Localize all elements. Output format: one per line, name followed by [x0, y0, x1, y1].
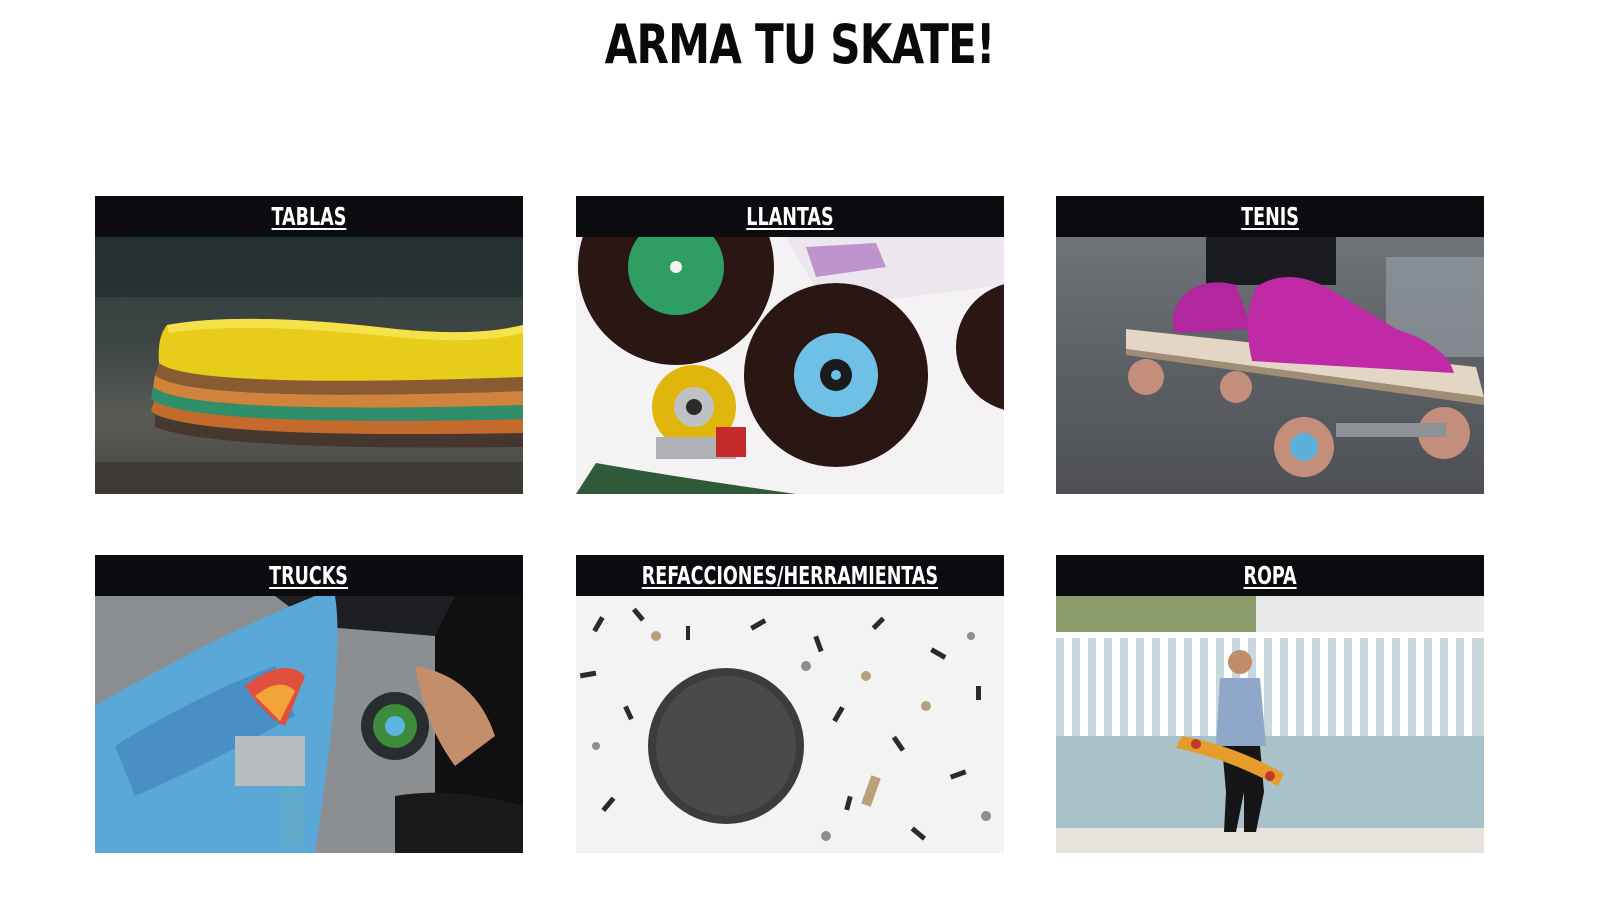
category-link-ropa[interactable]: ROPA — [1243, 561, 1296, 590]
card-header: LLANTAS — [576, 196, 1004, 237]
category-link-refacciones[interactable]: REFACCIONES/HERRAMIENTAS — [642, 561, 938, 590]
category-link-llantas[interactable]: LLANTAS — [746, 202, 833, 231]
category-card-tablas[interactable]: TABLAS — [95, 196, 523, 494]
ropa-image[interactable] — [1056, 596, 1484, 853]
tablas-image[interactable] — [95, 237, 523, 494]
card-header: TABLAS — [95, 196, 523, 237]
category-link-tablas[interactable]: TABLAS — [272, 202, 347, 231]
category-link-trucks[interactable]: TRUCKS — [270, 561, 349, 590]
category-card-trucks[interactable]: TRUCKS — [95, 555, 523, 853]
category-link-tenis[interactable]: TENIS — [1241, 202, 1299, 231]
trucks-image[interactable] — [95, 596, 523, 853]
card-header: ROPA — [1056, 555, 1484, 596]
card-header: TENIS — [1056, 196, 1484, 237]
card-header: REFACCIONES/HERRAMIENTAS — [576, 555, 1004, 596]
page-title: ARMA TU SKATE! — [604, 13, 996, 76]
category-card-llantas[interactable]: LLANTAS — [576, 196, 1004, 494]
category-card-refacciones[interactable]: REFACCIONES/HERRAMIENTAS — [576, 555, 1004, 853]
refacciones-image[interactable] — [576, 596, 1004, 853]
category-card-ropa[interactable]: ROPA — [1056, 555, 1484, 853]
llantas-image[interactable] — [576, 237, 1004, 494]
tenis-image[interactable] — [1056, 237, 1484, 494]
category-card-tenis[interactable]: TENIS — [1056, 196, 1484, 494]
card-header: TRUCKS — [95, 555, 523, 596]
